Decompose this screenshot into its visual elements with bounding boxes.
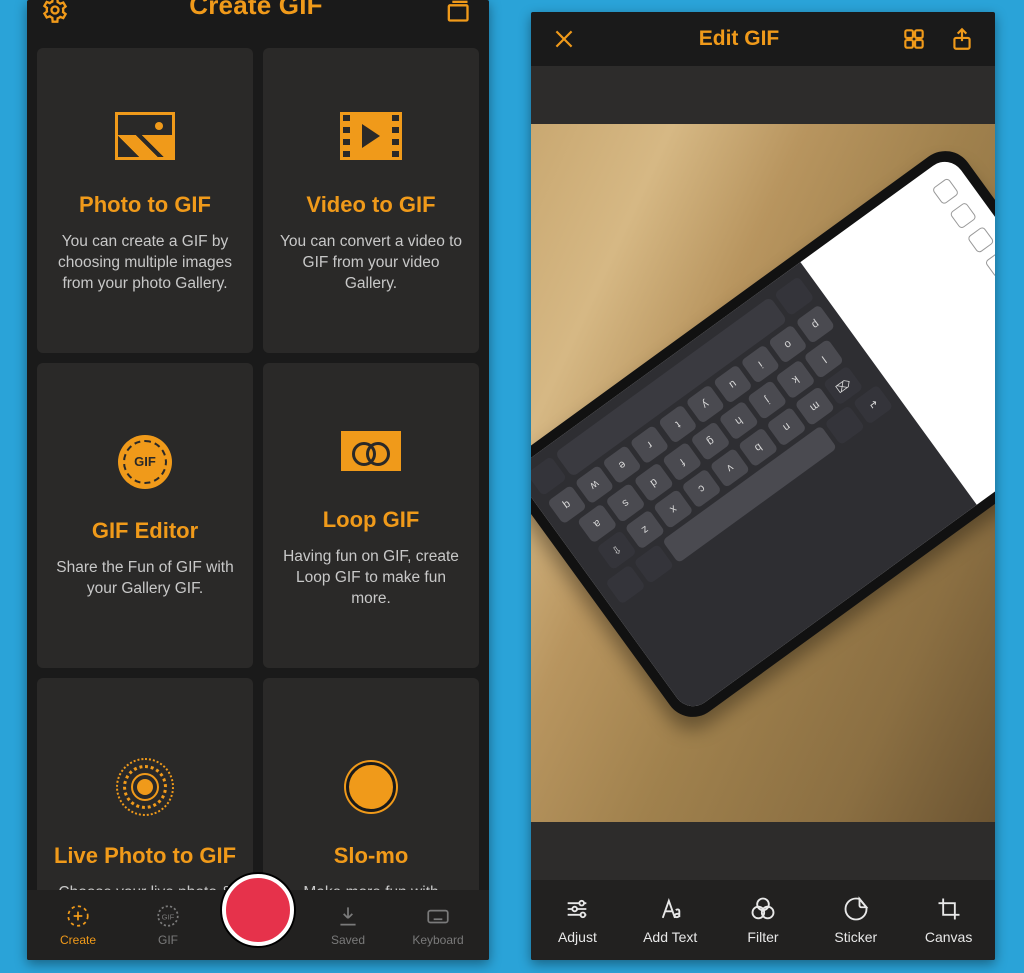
card-desc: Share the Fun of GIF with your Gallery G…: [51, 558, 239, 600]
tool-adjust[interactable]: Adjust: [531, 895, 624, 945]
tool-canvas[interactable]: Canvas: [902, 895, 995, 945]
edit-header: Edit GIF: [531, 12, 995, 66]
card-title: Slo-mo: [334, 843, 409, 869]
tab-create[interactable]: Create: [33, 903, 123, 947]
record-button[interactable]: [222, 874, 294, 946]
card-desc: You can convert a video to GIF from your…: [277, 232, 465, 295]
tool-add-text[interactable]: Add Text: [624, 895, 717, 945]
bottom-strip: [531, 822, 995, 880]
close-icon[interactable]: [551, 26, 577, 52]
options-grid: Photo to GIF You can create a GIF by cho…: [27, 38, 489, 960]
tab-label: Saved: [331, 933, 365, 947]
edit-toolbar: Adjust Add Text Filter Sticker Canvas: [531, 880, 995, 960]
tool-label: Filter: [747, 929, 778, 945]
filter-icon: [749, 895, 777, 923]
card-title: Video to GIF: [306, 192, 435, 218]
card-gif-editor[interactable]: GIF GIF Editor Share the Fun of GIF with…: [37, 363, 253, 668]
tab-keyboard[interactable]: Keyboard: [393, 903, 483, 947]
top-strip: [531, 66, 995, 124]
infinity-icon: [341, 421, 401, 481]
crop-icon: [935, 895, 963, 923]
tab-label: GIF: [158, 933, 178, 947]
page-title: Edit GIF: [699, 27, 780, 51]
plus-circle-icon: [65, 903, 91, 929]
settings-icon[interactable]: [41, 0, 69, 24]
slomo-icon: [346, 757, 396, 817]
svg-text:GIF: GIF: [162, 912, 175, 921]
tool-label: Canvas: [925, 929, 972, 945]
card-video-to-gif[interactable]: Video to GIF You can convert a video to …: [263, 48, 479, 353]
keyboard-icon: [425, 903, 451, 929]
gif-badge-icon: GIF: [118, 432, 172, 492]
download-icon: [335, 903, 361, 929]
card-desc: You can create a GIF by choosing multipl…: [51, 232, 239, 295]
tab-label: Keyboard: [412, 933, 463, 947]
gif-badge-text: GIF: [134, 454, 156, 469]
stacks-icon[interactable]: [443, 0, 471, 24]
tool-label: Adjust: [558, 929, 597, 945]
card-title: GIF Editor: [92, 518, 198, 544]
create-gif-screen: Create GIF Photo to GIF You can create a…: [27, 0, 489, 960]
gif-preview[interactable]: qwertyuiop asdfghjkl ⇧zxcvbnm⌫ ↵: [531, 124, 995, 822]
film-icon: [340, 106, 402, 166]
photo-icon: [115, 106, 175, 166]
card-desc: Having fun on GIF, create Loop GIF to ma…: [277, 547, 465, 610]
create-header: Create GIF: [27, 0, 489, 38]
tab-label: Create: [60, 933, 96, 947]
tool-filter[interactable]: Filter: [717, 895, 810, 945]
text-icon: [656, 895, 684, 923]
tool-label: Add Text: [643, 929, 697, 945]
grid-icon[interactable]: [901, 26, 927, 52]
tool-label: Sticker: [834, 929, 877, 945]
sliders-icon: [563, 895, 591, 923]
edit-gif-screen: Edit GIF qwertyuiop asdfghjkl ⇧zxcvbnm⌫ …: [531, 12, 995, 960]
tool-sticker[interactable]: Sticker: [809, 895, 902, 945]
card-loop-gif[interactable]: Loop GIF Having fun on GIF, create Loop …: [263, 363, 479, 668]
share-icon[interactable]: [949, 26, 975, 52]
gif-icon: GIF: [155, 903, 181, 929]
card-title: Loop GIF: [323, 507, 420, 533]
card-title: Live Photo to GIF: [54, 843, 236, 869]
card-title: Photo to GIF: [79, 192, 211, 218]
sticker-icon: [842, 895, 870, 923]
tab-saved[interactable]: Saved: [303, 903, 393, 947]
page-title: Create GIF: [189, 0, 323, 21]
preview-content-phone: qwertyuiop asdfghjkl ⇧zxcvbnm⌫ ↵: [531, 140, 995, 728]
card-photo-to-gif[interactable]: Photo to GIF You can create a GIF by cho…: [37, 48, 253, 353]
tab-gif[interactable]: GIF GIF: [123, 903, 213, 947]
live-photo-icon: [116, 757, 174, 817]
